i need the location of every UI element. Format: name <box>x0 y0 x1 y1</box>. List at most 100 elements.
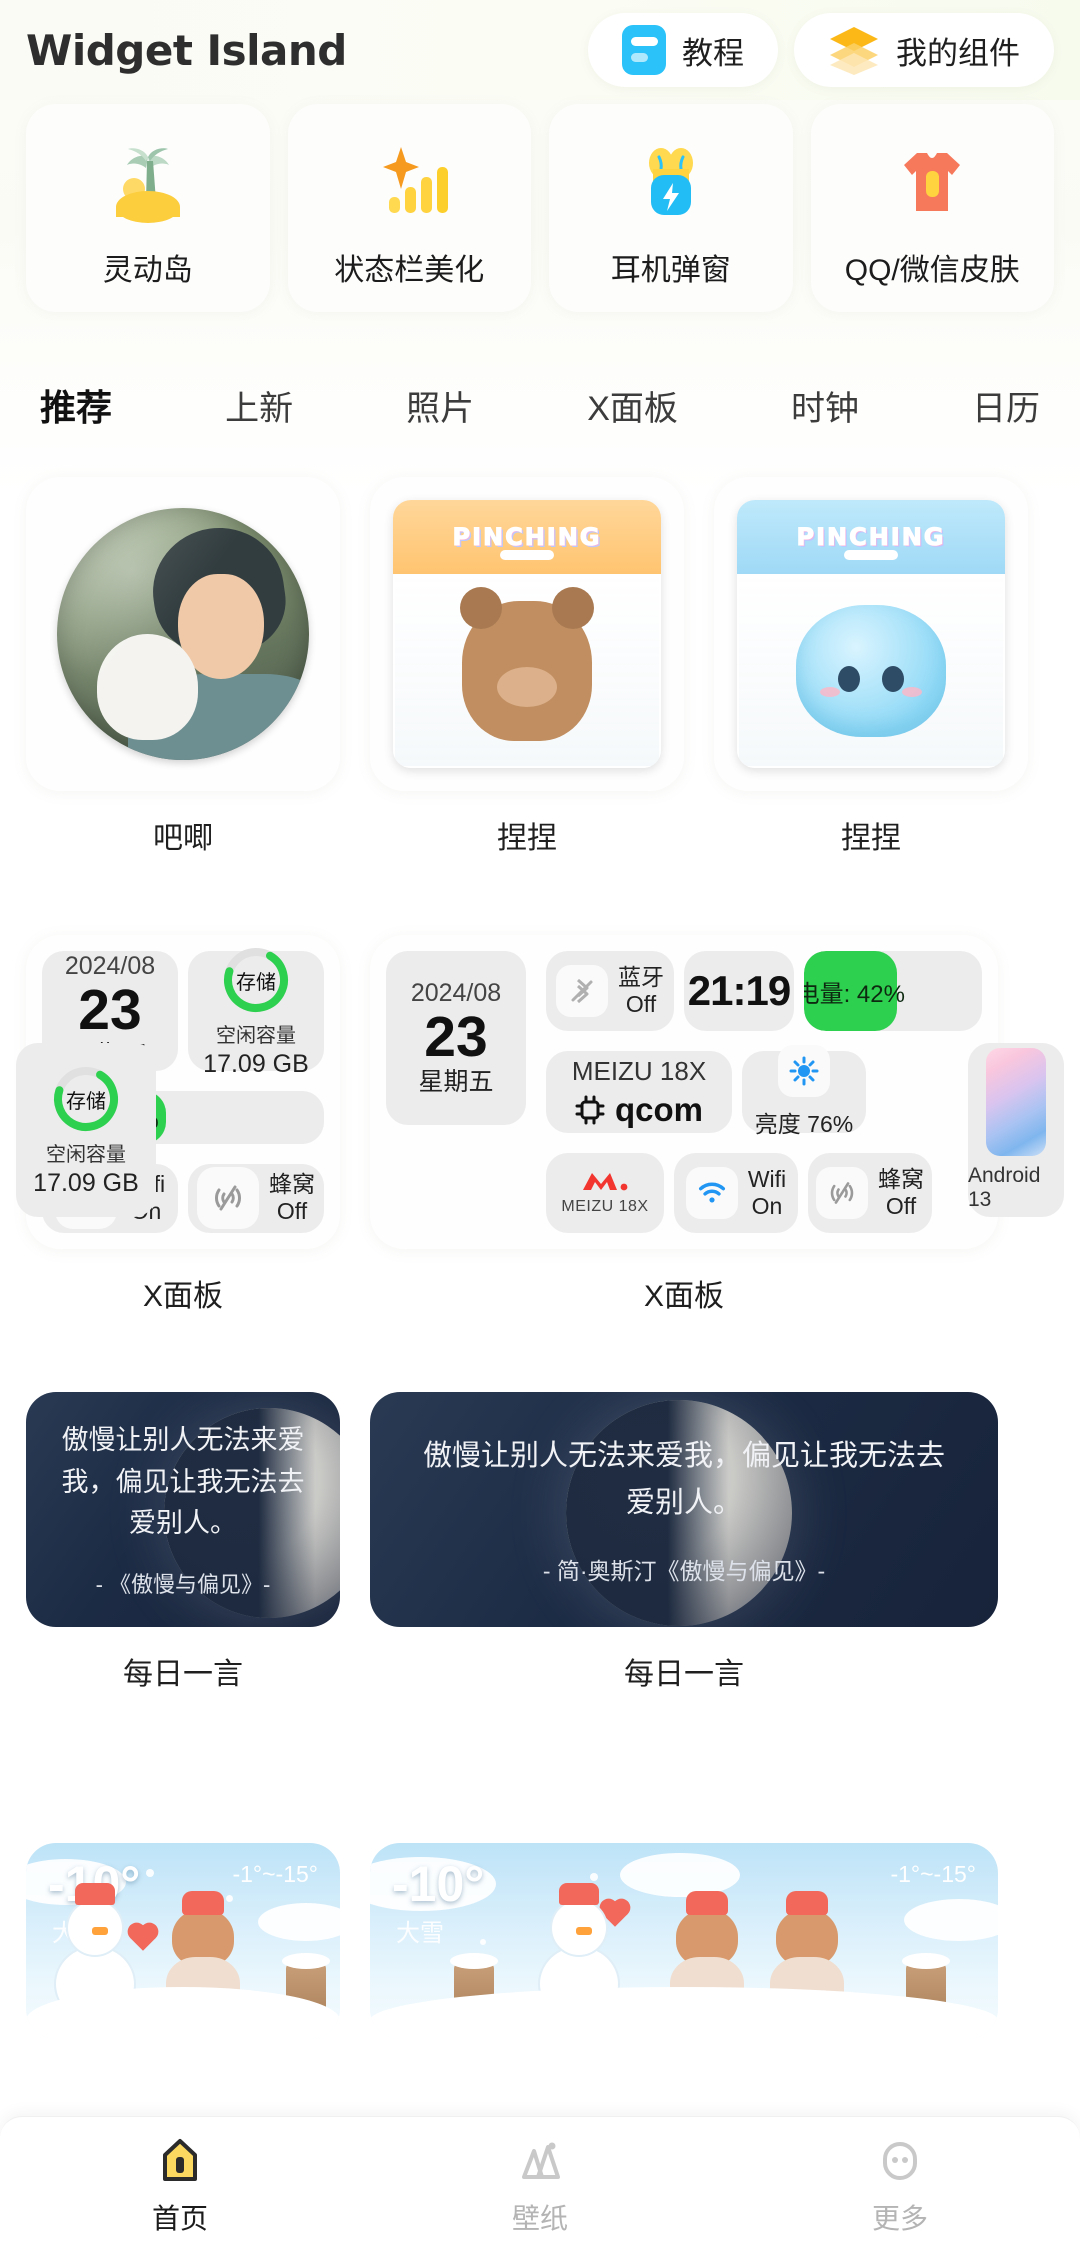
pouch-preview[interactable]: PINCHING <box>714 477 1028 791</box>
tab-recommend[interactable]: 推荐 <box>38 379 115 433</box>
tshirt-icon <box>884 127 980 231</box>
storage-title: 空闲容量 <box>46 1144 126 1166</box>
wifi-tile: Wifi On <box>674 1153 798 1233</box>
my-widgets-label: 我的组件 <box>896 35 1020 71</box>
layers-icon <box>830 27 878 75</box>
nav-wallpaper[interactable]: 壁纸 <box>360 2135 720 2237</box>
tab-photos[interactable]: 照片 <box>406 381 474 430</box>
brightness-icon <box>778 1045 830 1097</box>
widget-item[interactable]: -10° 大雪 -1°~-15° <box>26 1843 340 2039</box>
widget-item[interactable]: 傲慢让别人无法来爱我，偏见让我无法去爱别人。 - 《傲慢与偏见》- 每日一言 <box>26 1392 340 1693</box>
brand-tile: MEIZU 18X <box>546 1153 664 1233</box>
category-statusbar[interactable]: 状态栏美化 <box>287 104 531 312</box>
wifi-name: Wifi <box>747 1165 787 1192</box>
device-soc-label: qcom <box>614 1090 703 1128</box>
cellular-name: 蜂窝 <box>878 1165 924 1192</box>
bottom-nav: 首页 壁纸 更多 <box>0 2116 1080 2256</box>
widget-item[interactable]: PINCHING 捏捏 <box>714 477 1028 857</box>
cellular-name: 蜂窝 <box>269 1171 315 1198</box>
nav-wallpaper-label: 壁纸 <box>511 2203 568 2234</box>
xpanel-widget-row: 2024/08 23 星期五 存储 <box>0 935 1080 1315</box>
category-label: QQ/微信皮肤 <box>844 254 1020 287</box>
nav-more-label: 更多 <box>871 2203 928 2234</box>
blob-pouch-art: PINCHING <box>737 500 1005 768</box>
widget-item[interactable]: -10° 大雪 -1°~-15° <box>370 1843 998 2039</box>
xpanel-large[interactable]: 2024/08 23 星期五 蓝牙 Off 21:19 电量: 42% MEIZ… <box>16 935 1064 1249</box>
quote-text: 傲慢让别人无法来爱我，偏见让我无法去爱别人。 <box>61 1424 305 1539</box>
home-icon <box>163 2139 197 2181</box>
tab-xpanel[interactable]: X面板 <box>587 381 678 430</box>
wifi-status: Wifi On <box>748 1166 786 1220</box>
date-year-month: 2024/08 <box>410 978 502 1007</box>
category-skins[interactable]: QQ/微信皮肤 <box>810 104 1054 312</box>
widget-item[interactable]: PINCHING 捏捏 <box>370 477 684 857</box>
my-widgets-button[interactable]: 我的组件 <box>794 13 1054 87</box>
device-soc: qcom <box>575 1091 703 1129</box>
weather-widget-row: -10° 大雪 -1°~-15° <box>0 1843 1080 2039</box>
brightness-tile: 亮度 76% <box>742 1045 866 1137</box>
meizu-logo-icon <box>583 1173 628 1191</box>
app-root: Widget Island 教程 我的组件 灵动岛 状态栏美化 耳机弹窗 QQ/… <box>0 0 1080 2256</box>
widget-item[interactable]: 傲慢让别人无法来爱我，偏见让我无法去爱别人。 - 简·奥斯汀《傲慢与偏见》- 每… <box>370 1392 998 1693</box>
storage-ring-label: 存储 <box>66 1090 106 1113</box>
category-label: 状态栏美化 <box>334 254 485 287</box>
clock-tile: 21:19 <box>684 951 794 1031</box>
date-tile-large: 2024/08 23 星期五 <box>386 951 526 1125</box>
storage-value: 17.09 GB <box>203 1050 309 1078</box>
cellular-status: 蜂窝 Off <box>269 1171 315 1225</box>
widget-item[interactable]: 2024/08 23 星期五 蓝牙 Off 21:19 电量: 42% MEIZ… <box>16 935 1064 1315</box>
bluetooth-tile: 蓝牙 Off <box>546 951 674 1031</box>
quote-small[interactable]: 傲慢让别人无法来爱我，偏见让我无法去爱别人。 - 《傲慢与偏见》- <box>26 1392 340 1627</box>
wallpaper-thumb <box>986 1048 1046 1156</box>
wallpaper-tile: Android 13 <box>968 1043 1064 1217</box>
widget-item[interactable]: 吧唧 <box>26 477 340 857</box>
tutorial-label: 教程 <box>682 35 744 71</box>
storage-ring-icon: 存储 <box>219 943 293 1017</box>
quote-text: 傲慢让别人无法来爱我，偏见让我无法去爱别人。 <box>422 1440 945 1519</box>
brand-label: MEIZU 18X <box>561 1198 649 1215</box>
quote-widget-row: 傲慢让别人无法来爱我，偏见让我无法去爱别人。 - 《傲慢与偏见》- 每日一言 傲… <box>0 1392 1080 1693</box>
bluetooth-icon <box>556 965 608 1017</box>
storage-value: 17.09 GB <box>33 1169 139 1197</box>
date-day: 23 <box>78 978 142 1043</box>
device-tile: MEIZU 18X qcom <box>546 1051 732 1133</box>
date-weekday: 星期五 <box>418 1067 494 1096</box>
pouch-title: PINCHING <box>796 523 946 552</box>
battery-fill: 电量: 42% <box>804 951 905 1031</box>
pouch-preview[interactable]: PINCHING <box>370 477 684 791</box>
weather-range: -1°~-15° <box>232 1861 318 1887</box>
date-year-month: 2024/08 <box>64 951 156 980</box>
date-day: 23 <box>424 1005 488 1070</box>
tab-label: 推荐 <box>40 387 113 428</box>
tutorial-button[interactable]: 教程 <box>588 13 778 87</box>
category-earbuds[interactable]: 耳机弹窗 <box>549 104 793 312</box>
tab-new[interactable]: 上新 <box>225 381 293 430</box>
quote-author: - 简·奥斯汀《傲慢与偏见》- <box>542 1557 826 1584</box>
category-row: 灵动岛 状态栏美化 耳机弹窗 QQ/微信皮肤 <box>0 104 1080 312</box>
weather-large[interactable]: -10° 大雪 -1°~-15° <box>370 1843 998 2039</box>
photo-widget-row: 吧唧 PINCHING 捏捏 PINCHING 捏捏 <box>0 477 1080 857</box>
tab-calendar[interactable]: 日历 <box>972 381 1040 430</box>
badge-preview[interactable] <box>26 477 340 791</box>
weather-range: -1°~-15° <box>890 1861 976 1887</box>
battery-tile: 电量: 42% <box>804 951 982 1031</box>
battery-label: 电量: 42% <box>804 980 905 1008</box>
quote-large[interactable]: 傲慢让别人无法来爱我，偏见让我无法去爱别人。 - 简·奥斯汀《傲慢与偏见》- <box>370 1392 998 1627</box>
wifi-state: On <box>751 1193 783 1219</box>
heart-icon <box>130 1925 156 1951</box>
wallpaper-icon <box>522 2142 560 2179</box>
widget-caption: 每日一言 <box>123 1658 243 1691</box>
category-island[interactable]: 灵动岛 <box>26 104 270 312</box>
storage-tile: 存储 空闲容量 17.09 GB <box>188 948 324 1078</box>
weather-small[interactable]: -10° 大雪 -1°~-15° <box>26 1843 340 2039</box>
weather-temp: -10° <box>392 1856 485 1912</box>
nav-more[interactable]: 更多 <box>720 2135 1080 2237</box>
pouch-title: PINCHING <box>452 523 602 552</box>
storage-tile: 存储 空闲容量 17.09 GB <box>16 1043 156 1217</box>
bluetooth-status: 蓝牙 Off <box>618 964 664 1018</box>
tab-clock[interactable]: 时钟 <box>791 381 859 430</box>
cellular-icon <box>816 1167 868 1219</box>
tutorial-icon <box>622 25 666 75</box>
cellular-icon <box>197 1167 259 1230</box>
nav-home[interactable]: 首页 <box>0 2135 360 2237</box>
